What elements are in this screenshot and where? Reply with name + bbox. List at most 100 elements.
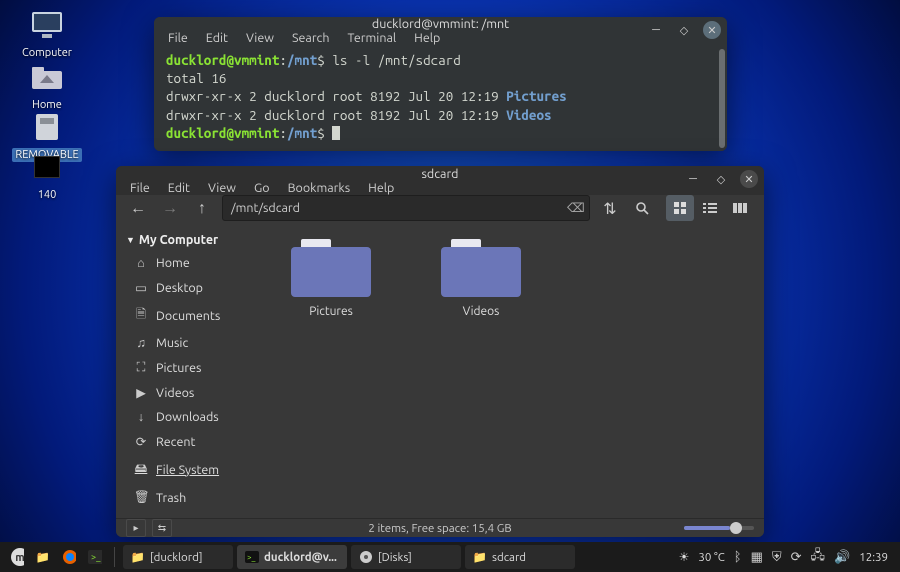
clear-path-icon[interactable]: ⌫ <box>567 200 583 216</box>
menu-help[interactable]: Help <box>414 31 440 45</box>
desktop-icon-computer[interactable]: Computer <box>12 6 82 60</box>
desktop-icon-140[interactable]: 140 <box>12 148 82 202</box>
taskbar-window[interactable]: 📁[ducklord] <box>123 545 233 569</box>
taskbar-window[interactable]: 📁sdcard <box>465 545 575 569</box>
launcher-terminal[interactable]: >_ <box>84 545 106 569</box>
zoom-slider[interactable] <box>684 526 754 530</box>
search-button[interactable] <box>630 196 654 220</box>
menu-view[interactable]: View <box>208 181 236 195</box>
taskbar-window[interactable]: >_ducklord@v... <box>237 545 347 569</box>
system-tray: ☀ 30 °C ᛒ ▦ ⛨ ⟳ 🖧 🔊 12:39 <box>679 546 894 568</box>
fm-sidebar: ▼My Computer ⌂Home▭Desktop🗎Documents♫Mus… <box>116 221 256 518</box>
folder-item[interactable]: Videos <box>426 239 536 500</box>
documents-icon: 🗎 <box>134 305 148 326</box>
sidebar-item-videos[interactable]: ▶Videos <box>116 380 256 405</box>
menu-bookmarks[interactable]: Bookmarks <box>288 181 351 195</box>
menu-terminal[interactable]: Terminal <box>348 31 397 45</box>
toggle-path-button[interactable]: ⇅ <box>598 196 622 220</box>
terminal-title: ducklord@vmmint: /mnt <box>372 17 509 31</box>
recent-icon: ⟳ <box>134 434 148 449</box>
drive-icon <box>28 148 66 186</box>
up-button[interactable]: ↑ <box>190 196 214 220</box>
filemanager-window: sdcard ─ ◇ ✕ File Edit View Go Bookmarks… <box>116 166 764 537</box>
close-button[interactable]: ✕ <box>740 170 758 188</box>
terminal-scrollbar[interactable] <box>719 49 725 148</box>
menu-edit[interactable]: Edit <box>168 181 190 195</box>
start-menu-button[interactable]: m <box>6 545 28 569</box>
treeview-button[interactable]: ⇆ <box>152 519 172 537</box>
sidebar-item-trash[interactable]: 🗑Trash <box>116 485 256 510</box>
sidebar-header[interactable]: ▼My Computer <box>116 229 256 251</box>
mint-icon: m <box>10 550 24 564</box>
files-icon: 📁 <box>473 550 487 564</box>
svg-text:>_: >_ <box>91 552 101 562</box>
sidebar-item-desktop[interactable]: ▭Desktop <box>116 275 256 300</box>
menu-view[interactable]: View <box>246 31 274 45</box>
terminal-menubar: File Edit View Search Terminal Help <box>154 31 727 45</box>
maximize-button[interactable]: ◇ <box>712 170 730 188</box>
volume-icon[interactable]: 🔊 <box>834 550 850 565</box>
menu-file[interactable]: File <box>168 31 188 45</box>
fm-content[interactable]: Pictures Videos <box>256 221 764 518</box>
update-icon[interactable]: ⟳ <box>791 550 802 565</box>
sidebar-item-recent[interactable]: ⟳Recent <box>116 429 256 454</box>
temperature[interactable]: 30 °C <box>698 551 724 564</box>
network-icon[interactable]: 🖧 <box>811 546 826 568</box>
list-view-button[interactable] <box>696 195 724 221</box>
view-mode-group <box>666 195 754 221</box>
fm-statusbar: ▸ ⇆ 2 items, Free space: 15,4 GB <box>116 518 764 537</box>
back-button[interactable]: ← <box>126 196 150 220</box>
forward-button[interactable]: → <box>158 196 182 220</box>
home-icon: ⌂ <box>134 256 148 270</box>
menu-search[interactable]: Search <box>292 31 330 45</box>
folder-icon <box>291 239 371 297</box>
launcher-files[interactable]: 📁 <box>32 545 54 569</box>
clock[interactable]: 12:39 <box>859 551 888 564</box>
home-folder-icon <box>28 58 66 96</box>
menu-edit[interactable]: Edit <box>206 31 228 45</box>
compact-view-button[interactable] <box>726 195 754 221</box>
status-text: 2 items, Free space: 15,4 GB <box>368 522 511 535</box>
terminal-body[interactable]: ducklord@vmmint:/mnt$ ls -l /mnt/sdcard … <box>154 45 727 151</box>
terminal-window: ducklord@vmmint: /mnt ─ ◇ ✕ File Edit Vi… <box>154 17 727 151</box>
minimize-button[interactable]: ─ <box>647 21 665 39</box>
sidebar-item-pictures[interactable]: ⛶Pictures <box>116 355 256 380</box>
launcher-firefox[interactable] <box>58 545 80 569</box>
folder-icon <box>441 239 521 297</box>
desktop-icon-home[interactable]: Home <box>12 58 82 112</box>
menu-go[interactable]: Go <box>254 181 270 195</box>
tray-icon[interactable]: ▦ <box>751 550 763 565</box>
removable-icon <box>28 108 66 146</box>
minimize-button[interactable]: ─ <box>684 170 702 188</box>
taskbar-window[interactable]: [Disks] <box>351 545 461 569</box>
sidebar-item-documents[interactable]: 🗎Documents <box>116 300 256 331</box>
shield-icon[interactable]: ⛨ <box>772 550 782 565</box>
sidebar-item-home[interactable]: ⌂Home <box>116 251 256 275</box>
menu-file[interactable]: File <box>130 181 150 195</box>
music-icon: ♫ <box>134 336 148 350</box>
sidebar-item-music[interactable]: ♫Music <box>116 331 256 355</box>
cursor <box>332 126 340 140</box>
folder-item[interactable]: Pictures <box>276 239 386 500</box>
maximize-button[interactable]: ◇ <box>675 21 693 39</box>
computer-icon <box>28 6 66 44</box>
files-icon: 📁 <box>131 550 145 564</box>
filesystem-icon: 🖴 <box>134 459 148 480</box>
sidebar-item-downloads[interactable]: ↓Downloads <box>116 405 256 429</box>
fm-titlebar[interactable]: sdcard ─ ◇ ✕ <box>116 166 764 181</box>
fm-menubar: File Edit View Go Bookmarks Help <box>116 181 764 195</box>
weather-icon[interactable]: ☀ <box>679 550 690 564</box>
path-input[interactable]: /mnt/sdcard ⌫ <box>222 195 590 221</box>
firefox-icon <box>62 550 76 564</box>
fm-toolbar: ← → ↑ /mnt/sdcard ⌫ ⇅ <box>116 195 764 221</box>
icon-view-button[interactable] <box>666 195 694 221</box>
terminal-icon: >_ <box>88 550 102 564</box>
bluetooth-icon[interactable]: ᛒ <box>734 550 742 564</box>
terminal-titlebar[interactable]: ducklord@vmmint: /mnt ─ ◇ ✕ <box>154 17 727 31</box>
close-button[interactable]: ✕ <box>703 21 721 39</box>
menu-help[interactable]: Help <box>368 181 394 195</box>
show-places-button[interactable]: ▸ <box>126 519 146 537</box>
sidebar-item-filesystem[interactable]: 🖴File System <box>116 454 256 485</box>
trash-icon: 🗑 <box>134 490 148 505</box>
taskbar: m 📁 >_ 📁[ducklord]>_ducklord@v...[Disks]… <box>0 542 900 572</box>
